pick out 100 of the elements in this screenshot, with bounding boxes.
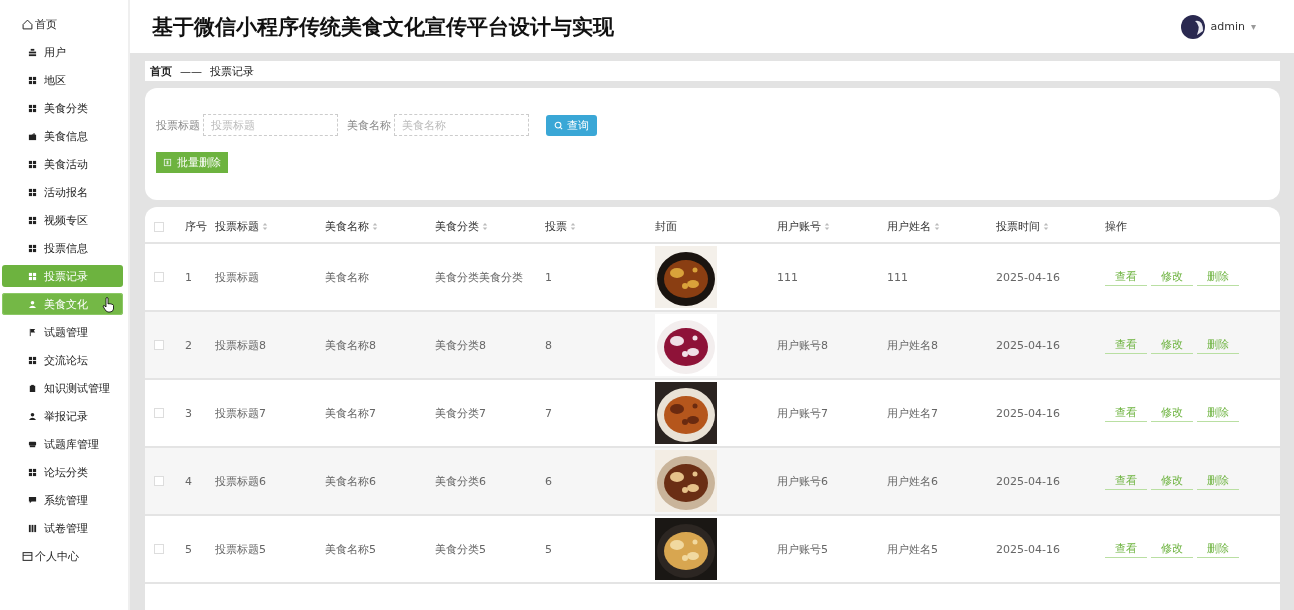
select-all-checkbox[interactable] [154, 221, 164, 232]
sidebar-item[interactable]: 首页 [2, 13, 123, 35]
table-cell: 2025-04-16 [996, 338, 1060, 352]
table-cell: 投票标题8 [215, 337, 266, 353]
grid-icon [28, 187, 37, 197]
row-checkbox[interactable] [154, 340, 164, 350]
flag-icon [28, 327, 37, 337]
sidebar-item[interactable]: 投票信息 [2, 237, 123, 259]
grid-icon [28, 75, 37, 85]
column-header[interactable]: 美食名称 [325, 219, 378, 234]
column-header: 序号 [185, 219, 207, 234]
column-header[interactable]: 投票 [545, 219, 576, 234]
table-cell: 用户账号6 [777, 473, 828, 489]
table-cell: 2025-04-16 [996, 270, 1060, 284]
table-cell: 用户姓名7 [887, 405, 938, 421]
field-label: 美食名称 [347, 117, 391, 133]
sidebar-item[interactable]: 试题库管理 [2, 433, 123, 455]
sidebar-item[interactable]: 美食信息 [2, 125, 123, 147]
column-header: 封面 [655, 219, 677, 234]
field-label: 投票标题 [156, 117, 200, 133]
table-cell: 美食分类7 [435, 405, 486, 421]
row-checkbox[interactable] [154, 272, 164, 282]
sort-icon[interactable] [934, 222, 940, 231]
row-checkbox[interactable] [154, 408, 164, 418]
sidebar-item[interactable]: 地区 [2, 69, 123, 91]
table-cell: 111 [887, 270, 908, 284]
table-cell: 2025-04-16 [996, 406, 1060, 420]
table-cell: 6 [545, 474, 552, 488]
sidebar-item[interactable]: 试卷管理 [2, 517, 123, 539]
home-icon [22, 18, 33, 30]
breadcrumb-link[interactable]: 首页 [150, 63, 172, 79]
table-cell: 美食名称8 [325, 337, 376, 353]
table-cell: 美食名称5 [325, 541, 376, 557]
grid-icon [28, 103, 37, 113]
sidebar-item[interactable]: 个人中心 [2, 545, 123, 567]
grid-icon [28, 467, 37, 477]
table-cell: 投票标题7 [215, 405, 266, 421]
search-field[interactable]: 美食名称 [394, 114, 529, 136]
table-cell: 5 [545, 542, 552, 556]
user-name[interactable]: admin [1210, 20, 1245, 33]
grid-icon [28, 159, 37, 169]
table-cell: 美食分类6 [435, 473, 486, 489]
sidebar-item[interactable]: 用户 [2, 41, 123, 63]
table-cell: 用户账号7 [777, 405, 828, 421]
user-icon [28, 299, 37, 309]
sidebar-item[interactable]: 举报记录 [2, 405, 123, 427]
search-field[interactable]: 投票标题 [203, 114, 338, 136]
box-icon [28, 439, 37, 449]
sort-icon[interactable] [570, 222, 576, 231]
table-cell: 美食名称6 [325, 473, 376, 489]
table-cell: 2025-04-16 [996, 474, 1060, 488]
grid-icon [28, 271, 37, 281]
column-header[interactable]: 用户账号 [777, 219, 830, 234]
wallet-icon [28, 131, 37, 141]
table-cell: 美食分类8 [435, 337, 486, 353]
sidebar-item[interactable]: 知识测试管理 [2, 377, 123, 399]
table-cell: 美食分类5 [435, 541, 486, 557]
clipboard-icon [28, 383, 37, 393]
column-header[interactable]: 用户姓名 [887, 219, 940, 234]
sidebar-item[interactable]: 论坛分类 [2, 461, 123, 483]
breadcrumb-separator: —— [180, 64, 202, 78]
sidebar-item[interactable]: 美食活动 [2, 153, 123, 175]
table-cell: 4 [185, 474, 192, 488]
hand-cursor-icon [102, 297, 114, 313]
table-cell: 用户姓名5 [887, 541, 938, 557]
table-cell: 8 [545, 338, 552, 352]
sidebar-item[interactable]: 活动报名 [2, 181, 123, 203]
trash-icon [163, 158, 172, 167]
table-cell: 美食名称 [325, 269, 369, 285]
row-checkbox[interactable] [154, 476, 164, 486]
table-cell: 1 [185, 270, 192, 284]
table-cell: 投票标题6 [215, 473, 266, 489]
avatar-icon[interactable] [1180, 14, 1205, 39]
sidebar-item[interactable]: 视频专区 [2, 209, 123, 231]
sort-icon[interactable] [372, 222, 378, 231]
sidebar-item[interactable]: 系统管理 [2, 489, 123, 511]
column-header[interactable]: 投票标题 [215, 219, 268, 234]
column-header[interactable]: 美食分类 [435, 219, 488, 234]
table-cell: 7 [545, 406, 552, 420]
column-header[interactable]: 投票时间 [996, 219, 1049, 234]
sidebar-item[interactable]: 试题管理 [2, 321, 123, 343]
table-cell: 美食分类美食分类 [435, 269, 523, 285]
search-icon [554, 120, 563, 130]
table-cell: 2 [185, 338, 192, 352]
sort-icon[interactable] [262, 222, 268, 231]
table-cell: 用户账号8 [777, 337, 828, 353]
grid-icon [28, 215, 37, 225]
sidebar-item[interactable]: 美食分类 [2, 97, 123, 119]
sort-icon[interactable] [1043, 222, 1049, 231]
table-cell: 投票标题5 [215, 541, 266, 557]
window-icon [22, 550, 33, 562]
user-icon [28, 411, 37, 421]
sort-icon[interactable] [824, 222, 830, 231]
row-checkbox[interactable] [154, 544, 164, 554]
sort-icon[interactable] [482, 222, 488, 231]
table-cell: 美食名称7 [325, 405, 376, 421]
table-cell: 投票标题 [215, 269, 259, 285]
book-icon [28, 523, 37, 533]
sidebar-item[interactable]: 交流论坛 [2, 349, 123, 371]
grid-icon [28, 355, 37, 365]
